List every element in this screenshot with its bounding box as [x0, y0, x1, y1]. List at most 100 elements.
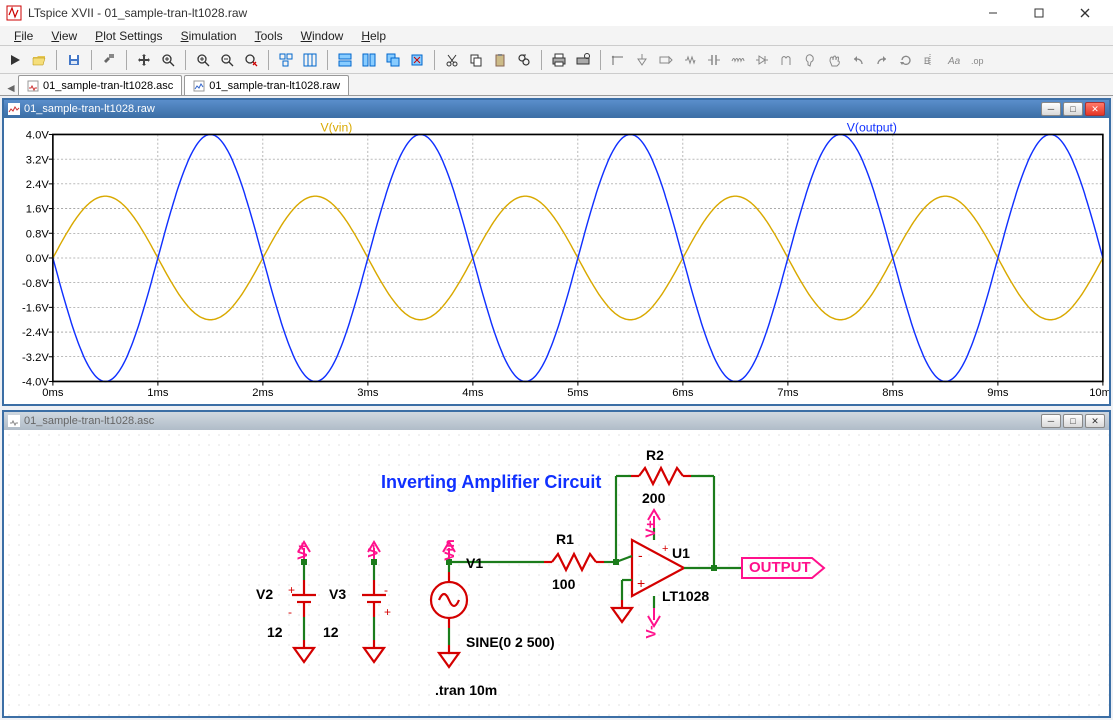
svg-text:+: +: [662, 543, 668, 555]
menu-help[interactable]: Help: [353, 28, 394, 44]
plot-window-minimize[interactable]: ─: [1041, 102, 1061, 116]
toolbar-save-button[interactable]: [63, 49, 85, 71]
svg-text:0.0V: 0.0V: [26, 253, 50, 265]
toolbar-text-button[interactable]: Aa: [943, 49, 965, 71]
svg-text:V(output): V(output): [847, 120, 897, 134]
menu-tools[interactable]: Tools: [247, 28, 291, 44]
toolbar-open-button[interactable]: [28, 49, 50, 71]
toolbar-cursor-x-button[interactable]: [299, 49, 321, 71]
toolbar-tile-horiz-button[interactable]: [334, 49, 356, 71]
menu-plot-settings[interactable]: Plot Settings: [87, 28, 170, 44]
toolbar-zoom-out-button[interactable]: [216, 49, 238, 71]
toolbar-capacitor-button[interactable]: [703, 49, 725, 71]
svg-text:7ms: 7ms: [777, 387, 799, 399]
label-V1src: SINE(0 2 500): [466, 634, 555, 650]
toolbar-zoom-in-button[interactable]: [192, 49, 214, 71]
toolbar-separator: [268, 50, 269, 70]
svg-text:1ms: 1ms: [147, 387, 169, 399]
menu-view[interactable]: View: [43, 28, 85, 44]
svg-text:2.4V: 2.4V: [26, 179, 50, 191]
svg-text:9ms: 9ms: [987, 387, 1009, 399]
svg-text:+: +: [288, 583, 295, 597]
toolbar-separator: [327, 50, 328, 70]
schematic-area[interactable]: Inverting Amplifier Circuit +- -+: [4, 430, 1109, 716]
toolbar-move-button[interactable]: [799, 49, 821, 71]
svg-text:-3.2V: -3.2V: [22, 352, 49, 364]
svg-text:4.0V: 4.0V: [26, 130, 50, 142]
svg-text:-4.0V: -4.0V: [22, 377, 49, 389]
toolbar-hammer-button[interactable]: [98, 49, 120, 71]
toolbar-resistor-button[interactable]: [679, 49, 701, 71]
window-minimize-button[interactable]: [971, 0, 1015, 26]
plot-window-maximize[interactable]: □: [1063, 102, 1083, 116]
spice-directive-tran: .tran 10m: [435, 682, 497, 698]
schematic-window-icon: [8, 415, 20, 427]
toolbar-inductor-button[interactable]: [727, 49, 749, 71]
toolbar-wire-button[interactable]: [607, 49, 629, 71]
toolbar-zoom-fit-button[interactable]: [240, 49, 262, 71]
net-label-vin: Vin: [441, 539, 457, 561]
toolbar-pan-button[interactable]: [133, 49, 155, 71]
toolbar-separator: [541, 50, 542, 70]
tool-bar: EE Aa .op: [0, 46, 1113, 74]
label-R2: R2: [646, 447, 664, 463]
schematic-window-maximize[interactable]: □: [1063, 414, 1083, 428]
toolbar-paste-button[interactable]: [489, 49, 511, 71]
schematic-window: 01_sample-tran-lt1028.asc ─ □ ✕ Invertin…: [2, 410, 1111, 718]
tab-schematic-label: 01_sample-tran-lt1028.asc: [43, 80, 173, 92]
toolbar-autorange-button[interactable]: [275, 49, 297, 71]
toolbar-label-button[interactable]: [655, 49, 677, 71]
svg-text:3ms: 3ms: [357, 387, 379, 399]
svg-text:-0.8V: -0.8V: [22, 278, 49, 290]
svg-text:+: +: [384, 605, 391, 619]
plot-window-title: 01_sample-tran-lt1028.raw: [24, 103, 155, 115]
tab-schematic[interactable]: 01_sample-tran-lt1028.asc: [18, 75, 182, 95]
label-V1: V1: [466, 555, 483, 571]
svg-text:-: -: [638, 547, 643, 563]
menu-file[interactable]: File: [6, 28, 41, 44]
window-maximize-button[interactable]: [1017, 0, 1061, 26]
toolbar-cut-button[interactable]: [441, 49, 463, 71]
toolbar-rotate-button[interactable]: [895, 49, 917, 71]
toolbar-tile-vert-button[interactable]: [358, 49, 380, 71]
schematic-window-titlebar[interactable]: 01_sample-tran-lt1028.asc ─ □ ✕: [4, 412, 1109, 430]
toolbar-print-button[interactable]: [548, 49, 570, 71]
plot-window-close[interactable]: ✕: [1085, 102, 1105, 116]
svg-text:E: E: [924, 56, 930, 66]
menu-window[interactable]: Window: [293, 28, 352, 44]
toolbar-copy-button[interactable]: [465, 49, 487, 71]
svg-text:-2.4V: -2.4V: [22, 327, 49, 339]
window-close-button[interactable]: [1063, 0, 1107, 26]
svg-text:Aa: Aa: [947, 56, 961, 67]
toolbar-mirror-button[interactable]: EE: [919, 49, 941, 71]
toolbar-find-button[interactable]: [513, 49, 535, 71]
toolbar-run-button[interactable]: [4, 49, 26, 71]
tab-raw[interactable]: 01_sample-tran-lt1028.raw: [184, 75, 349, 95]
toolbar-diode-button[interactable]: [751, 49, 773, 71]
tab-scroll-left[interactable]: ◄: [4, 81, 18, 95]
toolbar-component-button[interactable]: [775, 49, 797, 71]
toolbar-cascade-button[interactable]: [382, 49, 404, 71]
svg-text:2ms: 2ms: [252, 387, 274, 399]
toolbar-undo-button[interactable]: [847, 49, 869, 71]
toolbar-print-setup-button[interactable]: [572, 49, 594, 71]
plot-area[interactable]: 0ms1ms2ms3ms4ms5ms6ms7ms8ms9ms10ms4.0V3.…: [4, 118, 1109, 404]
toolbar-close-all-button[interactable]: [406, 49, 428, 71]
schematic-window-minimize[interactable]: ─: [1041, 414, 1061, 428]
toolbar-spice-directive-button[interactable]: .op: [967, 49, 989, 71]
label-V2val: 12: [267, 624, 283, 640]
toolbar-redo-button[interactable]: [871, 49, 893, 71]
net-label-output: OUTPUT: [749, 559, 811, 576]
plot-window-titlebar[interactable]: 01_sample-tran-lt1028.raw ─ □ ✕: [4, 100, 1109, 118]
toolbar-separator: [126, 50, 127, 70]
label-U1model: LT1028: [662, 588, 709, 604]
toolbar-drag-button[interactable]: [823, 49, 845, 71]
menu-simulation[interactable]: Simulation: [173, 28, 245, 44]
net-label-Vminus: V-: [365, 544, 381, 557]
svg-text:V(vin): V(vin): [320, 120, 352, 134]
svg-text:-: -: [288, 605, 292, 619]
toolbar-zoom-area-button[interactable]: [157, 49, 179, 71]
schematic-window-close[interactable]: ✕: [1085, 414, 1105, 428]
label-V3val: 12: [323, 624, 339, 640]
toolbar-ground-button[interactable]: [631, 49, 653, 71]
